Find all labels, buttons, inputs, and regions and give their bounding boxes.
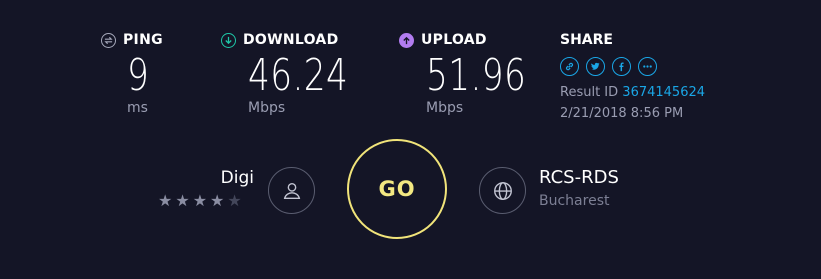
ping-metric: PING — [101, 32, 163, 48]
share-label: SHARE — [560, 32, 613, 48]
upload-metric: UPLOAD — [399, 32, 487, 48]
result-datetime: 2/21/2018 8:56 PM — [560, 106, 684, 121]
ping-icon — [101, 32, 116, 48]
download-unit: Mbps — [248, 100, 286, 116]
download-metric: DOWNLOAD — [221, 32, 339, 48]
star-icon: ★ — [210, 191, 225, 210]
link-icon[interactable] — [560, 57, 579, 76]
isp-name: Digi — [220, 168, 254, 188]
ping-header: PING — [101, 32, 163, 48]
change-isp-button[interactable] — [268, 167, 315, 214]
star-icon: ★ — [158, 191, 173, 210]
download-arrow-icon — [221, 32, 236, 48]
facebook-icon[interactable] — [612, 57, 631, 76]
twitter-icon[interactable] — [586, 57, 605, 76]
ping-label: PING — [123, 32, 163, 48]
server-location: Bucharest — [539, 193, 610, 209]
server-name: RCS-RDS — [539, 167, 619, 188]
download-header: DOWNLOAD — [221, 32, 339, 48]
result-id-label: Result ID — [560, 85, 619, 100]
upload-value: 51.96 — [426, 50, 527, 101]
user-icon — [283, 182, 300, 199]
star-icon: ★ — [192, 191, 208, 210]
upload-header: UPLOAD — [399, 32, 487, 48]
ping-value: 9 — [127, 50, 150, 101]
star-empty-icon: ★ — [227, 191, 242, 210]
share-icons — [560, 57, 657, 76]
result-id-link[interactable]: 3674145624 — [622, 85, 705, 100]
change-server-button[interactable] — [479, 167, 526, 214]
upload-unit: Mbps — [426, 100, 464, 116]
download-value: 46.24 — [248, 50, 349, 101]
download-label: DOWNLOAD — [243, 32, 339, 48]
result-id-row: Result ID 3674145624 — [560, 85, 705, 100]
ping-unit: ms — [127, 100, 148, 116]
go-button[interactable]: GO — [347, 139, 447, 239]
star-icon: ★ — [175, 191, 190, 210]
upload-label: UPLOAD — [421, 32, 487, 48]
go-label: GO — [378, 177, 416, 201]
more-icon[interactable] — [638, 57, 657, 76]
upload-arrow-icon — [399, 32, 414, 48]
globe-icon — [493, 181, 512, 200]
isp-rating: ★ ★ ★ ★ ★ — [158, 193, 242, 209]
